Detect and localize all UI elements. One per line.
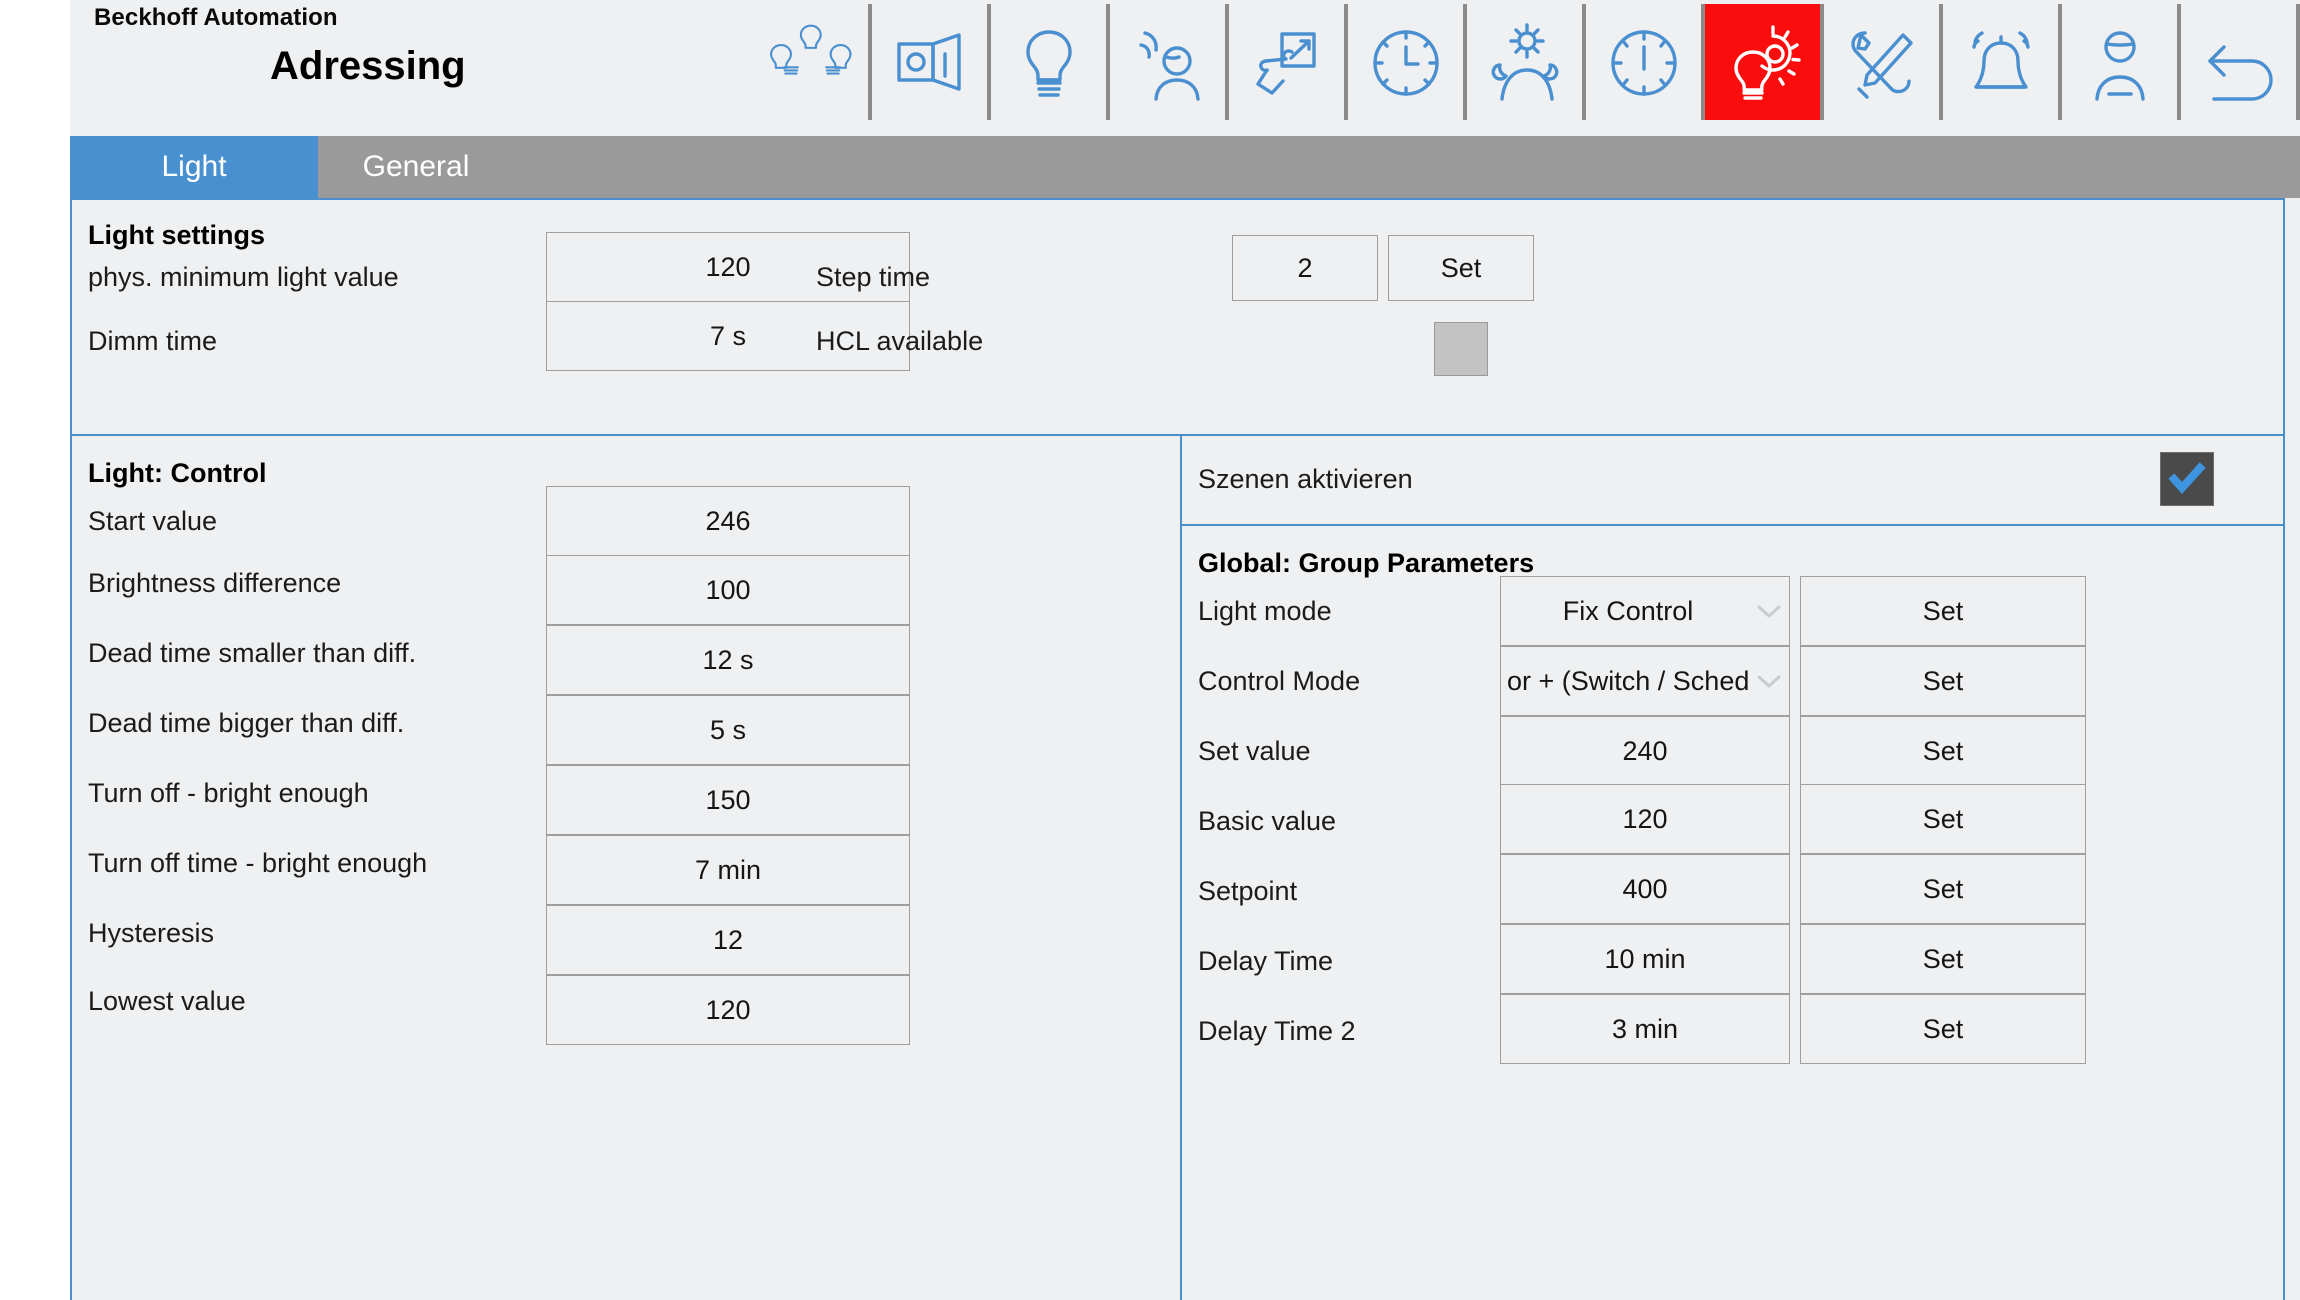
toolbar-button-light-bulb[interactable] (991, 4, 1110, 120)
light-settings-gear-icon (1720, 19, 1806, 105)
chevron-down-icon (1749, 603, 1789, 619)
brand-label: Beckhoff Automation (94, 4, 338, 31)
input-delay-time-2[interactable]: 3 min (1500, 994, 1790, 1064)
toolbar-button-light-settings[interactable] (1705, 4, 1824, 120)
panel-light-settings: Light settings phys. minimum light value… (70, 198, 2285, 436)
set-button-setpoint[interactable]: Set (1800, 854, 2086, 924)
set-button-step-time[interactable]: Set (1388, 235, 1534, 301)
label-light-mode: Light mode (1198, 596, 1332, 626)
checkbox-szenen-aktivieren[interactable] (2160, 452, 2214, 506)
checkbox-hcl-available[interactable] (1434, 322, 1488, 376)
panel-light-control: Light: Control Start value 246 Brightnes… (70, 434, 1182, 1300)
label-phys-minimum-light-value: phys. minimum light value (88, 262, 399, 292)
input-turn-off-time-bright-enough[interactable]: 7 min (546, 835, 910, 905)
toolbar-button-presence-detector[interactable] (1110, 4, 1229, 120)
input-basic-value[interactable]: 120 (1500, 784, 1790, 854)
service-person-icon (2077, 19, 2163, 105)
panel-scenes: Szenen aktivieren (1180, 434, 2285, 526)
section-title-global-group-parameters: Global: Group Parameters (1198, 548, 1535, 578)
label-dead-time-smaller: Dead time smaller than diff. (88, 638, 417, 668)
tools-wrench-screwdriver-icon (1839, 19, 1925, 105)
label-lowest-value: Lowest value (88, 986, 246, 1016)
toolbar-button-alarm-bell[interactable] (1943, 4, 2062, 120)
icon-toolbar (753, 4, 2300, 124)
section-title-light-settings: Light settings (88, 220, 265, 250)
toolbar-button-service-person[interactable] (2062, 4, 2181, 120)
toolbar-button-day-night[interactable] (1467, 4, 1586, 120)
set-button-delay-time[interactable]: Set (1800, 924, 2086, 994)
label-dead-time-bigger: Dead time bigger than diff. (88, 708, 405, 738)
toolbar-button-clock-schedule[interactable] (1348, 4, 1467, 120)
label-szenen-aktivieren: Szenen aktivieren (1198, 464, 1413, 494)
label-hcl-available: HCL available (816, 326, 984, 356)
room-view-icon (887, 19, 973, 105)
set-button-basic-value[interactable]: Set (1800, 784, 2086, 854)
hand-switch-icon (1244, 19, 1330, 105)
input-dead-time-smaller[interactable]: 12 s (546, 625, 910, 695)
section-title-light-control: Light: Control (88, 458, 267, 488)
label-basic-value: Basic value (1198, 806, 1337, 836)
set-button-light-mode[interactable]: Set (1800, 576, 2086, 646)
input-lowest-value[interactable]: 120 (546, 975, 910, 1045)
back-undo-arrow-icon (2196, 19, 2282, 105)
chevron-down-icon (1749, 673, 1789, 689)
content-area: Light settings phys. minimum light value… (70, 198, 2300, 1300)
label-setpoint: Setpoint (1198, 876, 1298, 906)
dropdown-light-mode-value: Fix Control (1562, 595, 1694, 626)
input-step-time[interactable]: 2 (1232, 235, 1378, 301)
toolbar-button-gauge-meter[interactable] (1586, 4, 1705, 120)
check-icon (2168, 462, 2206, 494)
page-title: Adressing (270, 44, 466, 88)
toolbar-button-room-view[interactable] (872, 4, 991, 120)
input-delay-time[interactable]: 10 min (1500, 924, 1790, 994)
dropdown-light-mode[interactable]: Fix Control (1500, 576, 1790, 646)
label-set-value: Set value (1198, 736, 1311, 766)
input-start-value[interactable]: 246 (546, 486, 910, 556)
light-bulb-icon (1006, 19, 1092, 105)
dropdown-control-mode-value: or + (Switch / Sched (1507, 665, 1749, 696)
input-hysteresis[interactable]: 12 (546, 905, 910, 975)
set-button-delay-time-2[interactable]: Set (1800, 994, 2086, 1064)
label-turn-off-bright-enough: Turn off - bright enough (88, 778, 369, 808)
dropdown-control-mode[interactable]: or + (Switch / Sched (1500, 646, 1790, 716)
toolbar-button-light-group-bulbs[interactable] (753, 4, 872, 120)
input-brightness-difference[interactable]: 100 (546, 555, 910, 625)
header-bar: Beckhoff Automation Adressing (70, 0, 2300, 136)
input-dead-time-bigger[interactable]: 5 s (546, 695, 910, 765)
label-brightness-difference: Brightness difference (88, 568, 342, 598)
toolbar-button-hand-switch[interactable] (1229, 4, 1348, 120)
label-step-time: Step time (816, 262, 931, 292)
label-dimm-time: Dimm time (88, 326, 217, 356)
input-setpoint[interactable]: 400 (1500, 854, 1790, 924)
set-button-set-value[interactable]: Set (1800, 716, 2086, 786)
light-group-bulbs-icon (768, 19, 854, 105)
input-turn-off-bright-enough[interactable]: 150 (546, 765, 910, 835)
label-delay-time-2: Delay Time 2 (1198, 1016, 1356, 1046)
input-set-value[interactable]: 240 (1500, 716, 1790, 786)
toolbar-button-back[interactable] (2181, 4, 2300, 120)
tab-light[interactable]: Light (70, 136, 318, 198)
set-button-control-mode[interactable]: Set (1800, 646, 2086, 716)
alarm-bell-icon (1958, 19, 2044, 105)
label-start-value: Start value (88, 506, 218, 536)
tab-bar: Light General (70, 136, 2300, 198)
toolbar-button-tools[interactable] (1824, 4, 1943, 120)
panel-global-group-parameters: Global: Group Parameters Light mode Fix … (1180, 524, 2285, 1300)
application-window: Beckhoff Automation Adressing Light Gene… (70, 0, 2300, 1300)
gauge-meter-icon (1601, 19, 1687, 105)
label-control-mode: Control Mode (1198, 666, 1361, 696)
tab-general[interactable]: General (318, 136, 514, 198)
presence-detector-icon (1125, 19, 1211, 105)
label-hysteresis: Hysteresis (88, 918, 215, 948)
label-turn-off-time-bright-enough: Turn off time - bright enough (88, 848, 428, 878)
day-night-sun-moon-icon (1482, 19, 1568, 105)
clock-schedule-icon (1363, 19, 1449, 105)
label-delay-time: Delay Time (1198, 946, 1334, 976)
